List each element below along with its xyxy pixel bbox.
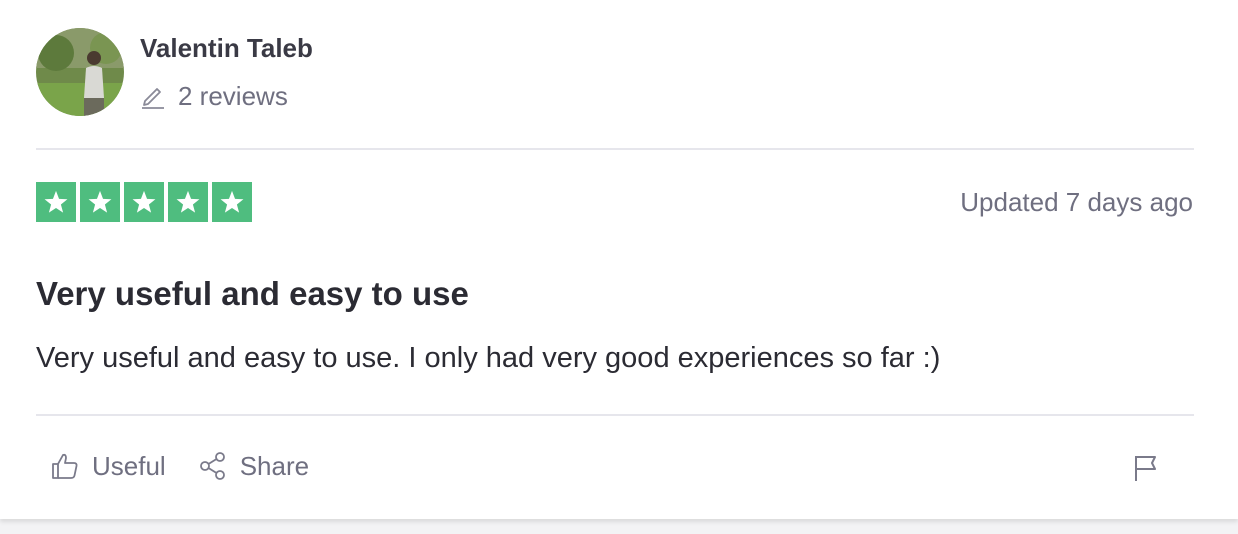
consumer-name[interactable]: Valentin Taleb xyxy=(140,33,313,63)
review-text: Very useful and easy to use. I only had … xyxy=(36,342,941,374)
review-title[interactable]: Very useful and easy to use xyxy=(36,274,469,314)
flag-button[interactable] xyxy=(1133,454,1159,487)
review-date: Updated 7 days ago xyxy=(960,187,1193,217)
pencil-icon xyxy=(140,83,166,109)
avatar[interactable] xyxy=(36,28,124,116)
share-button[interactable]: Share xyxy=(198,449,309,483)
thumbs-up-icon xyxy=(50,451,80,481)
review-actions: Useful Share xyxy=(50,449,309,483)
reviews-count-label: 2 reviews xyxy=(178,81,288,111)
divider xyxy=(36,148,1194,150)
consumer-details: Valentin Taleb 2 reviews xyxy=(140,28,313,111)
star-icon xyxy=(212,182,252,222)
consumer-info: Valentin Taleb 2 reviews xyxy=(36,28,313,116)
useful-label: Useful xyxy=(92,451,166,481)
review-card: Valentin Taleb 2 reviews Updated 7 days … xyxy=(0,0,1238,519)
star-icon xyxy=(168,182,208,222)
share-icon xyxy=(198,451,228,481)
useful-button[interactable]: Useful xyxy=(50,449,166,483)
reviews-count: 2 reviews xyxy=(140,81,313,111)
divider xyxy=(36,414,1194,416)
star-icon xyxy=(80,182,120,222)
star-icon xyxy=(36,182,76,222)
star-rating xyxy=(36,182,252,222)
star-icon xyxy=(124,182,164,222)
flag-icon xyxy=(1133,454,1159,487)
share-label: Share xyxy=(239,451,310,481)
